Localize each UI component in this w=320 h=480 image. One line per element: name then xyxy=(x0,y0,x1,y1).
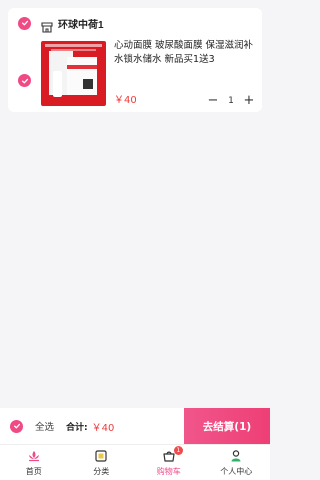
store-header: 环球中荷1 xyxy=(18,14,104,33)
checkmark-icon xyxy=(21,20,28,26)
store-select-checkbox[interactable] xyxy=(18,16,31,30)
home-lotus-icon xyxy=(28,451,39,462)
item-select-checkbox[interactable] xyxy=(18,74,31,87)
store-card: 环球中荷1 心动面膜 玻尿酸面膜 保湿滋润补水锁水储水 新品买1送3 ￥40 −… xyxy=(8,8,262,112)
quantity-stepper: − 1 + xyxy=(206,93,256,109)
select-all-checkbox[interactable] xyxy=(10,419,23,433)
tab-label: 分类 xyxy=(93,467,110,476)
total-value: ￥40 xyxy=(91,422,115,434)
cart-badge: 1 xyxy=(173,446,183,455)
bottom-tab-bar: 首页 分类 1 购物车 个人中心 xyxy=(0,444,270,480)
tab-category[interactable]: 分类 xyxy=(68,445,136,480)
checkout-button[interactable]: 去结算(1) xyxy=(184,408,270,444)
checkout-bar: 全选 合计: ￥40 去结算(1) xyxy=(0,408,270,444)
total-label: 合计: xyxy=(66,422,88,433)
checkmark-icon xyxy=(13,423,20,429)
profile-icon xyxy=(231,450,241,462)
store-icon xyxy=(41,18,53,33)
decrement-button[interactable]: − xyxy=(206,94,220,108)
tab-label: 购物车 xyxy=(156,467,181,476)
product-price: ￥40 xyxy=(114,95,137,106)
category-icon xyxy=(95,450,107,462)
tab-cart[interactable]: 1 购物车 xyxy=(135,445,203,480)
tab-profile[interactable]: 个人中心 xyxy=(203,445,271,480)
tab-home[interactable]: 首页 xyxy=(0,445,68,480)
checkmark-icon xyxy=(21,78,28,83)
tab-label: 首页 xyxy=(25,467,42,476)
select-all-label[interactable]: 全选 xyxy=(35,419,54,433)
quantity-value[interactable]: 1 xyxy=(220,96,242,106)
tab-label: 个人中心 xyxy=(220,467,253,476)
product-title[interactable]: 心动面膜 玻尿酸面膜 保湿滋润补水锁水储水 新品买1送3 xyxy=(114,39,260,67)
product-thumbnail[interactable] xyxy=(41,41,106,106)
store-name[interactable]: 环球中荷1 xyxy=(58,16,104,31)
increment-button[interactable]: + xyxy=(242,94,256,108)
